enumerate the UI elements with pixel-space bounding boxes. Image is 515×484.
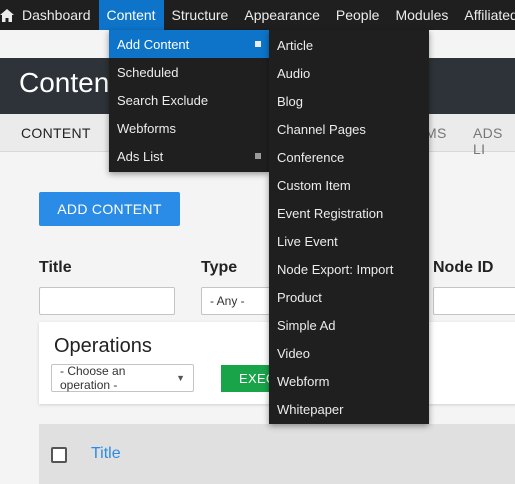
tab-content[interactable]: CONTENT: [21, 125, 91, 141]
menu-item-ads-list[interactable]: Ads List: [109, 142, 269, 170]
submenu-item-video[interactable]: Video: [269, 339, 429, 367]
type-filter-label: Type: [201, 259, 238, 276]
toolbar-item-people[interactable]: People: [328, 0, 388, 30]
content-dropdown-menu: Add Content Scheduled Search Exclude Web…: [109, 30, 269, 172]
toolbar-item-dashboard[interactable]: Dashboard: [14, 0, 99, 30]
menu-item-label: Webforms: [117, 120, 176, 136]
title-filter-label: Title: [39, 259, 72, 276]
submenu-item-custom-item[interactable]: Custom Item: [269, 171, 429, 199]
title-filter-input[interactable]: [39, 287, 175, 315]
content-table-header: Title: [39, 424, 515, 484]
admin-toolbar: Dashboard Content Structure Appearance P…: [0, 0, 515, 30]
submenu-item-event-registration[interactable]: Event Registration: [269, 199, 429, 227]
submenu-item-article[interactable]: Article: [269, 31, 429, 59]
nodeid-filter-input[interactable]: [433, 287, 515, 315]
menu-item-add-content[interactable]: Add Content: [109, 30, 269, 58]
chevron-down-icon: ▼: [176, 373, 185, 383]
submenu-item-webform[interactable]: Webform: [269, 367, 429, 395]
submenu-item-conference[interactable]: Conference: [269, 143, 429, 171]
submenu-item-simple-ad[interactable]: Simple Ad: [269, 311, 429, 339]
menu-item-scheduled[interactable]: Scheduled: [109, 58, 269, 86]
submenu-item-channel-pages[interactable]: Channel Pages: [269, 115, 429, 143]
column-header-title[interactable]: Title: [91, 445, 121, 463]
menu-item-search-exclude[interactable]: Search Exclude: [109, 86, 269, 114]
submenu-item-product[interactable]: Product: [269, 283, 429, 311]
toolbar-item-appearance[interactable]: Appearance: [236, 0, 328, 30]
toolbar-item-affiliated[interactable]: Affiliated C: [456, 0, 515, 30]
home-icon[interactable]: [0, 0, 14, 30]
submenu-item-live-event[interactable]: Live Event: [269, 227, 429, 255]
menu-item-label: Search Exclude: [117, 92, 209, 108]
menu-item-webforms[interactable]: Webforms: [109, 114, 269, 142]
add-content-button[interactable]: ADD CONTENT: [39, 192, 180, 226]
operation-select-value: - Choose an operation -: [60, 364, 126, 392]
submenu-item-node-export-import[interactable]: Node Export: Import: [269, 255, 429, 283]
type-filter-value: - Any -: [210, 294, 245, 308]
toolbar-item-modules[interactable]: Modules: [387, 0, 456, 30]
page-title: Content: [19, 67, 118, 98]
toolbar-item-structure[interactable]: Structure: [164, 0, 237, 30]
tab-ads-list[interactable]: ADS LI: [473, 125, 515, 157]
submenu-item-blog[interactable]: Blog: [269, 87, 429, 115]
add-content-submenu: Article Audio Blog Channel Pages Confere…: [269, 30, 429, 424]
menu-item-label: Ads List: [117, 148, 164, 164]
select-all-checkbox[interactable]: [51, 447, 67, 463]
menu-item-label: Add Content: [117, 36, 190, 52]
toolbar-item-content[interactable]: Content: [98, 0, 164, 30]
home-icon-glyph: [0, 8, 14, 22]
operation-select[interactable]: - Choose an operation - ▼: [51, 364, 194, 392]
nodeid-filter-label: Node ID: [433, 259, 494, 276]
submenu-item-audio[interactable]: Audio: [269, 59, 429, 87]
submenu-indicator-icon: [255, 153, 261, 159]
submenu-indicator-icon: [255, 41, 261, 47]
operations-title: Operations: [54, 335, 152, 357]
submenu-item-whitepaper[interactable]: Whitepaper: [269, 395, 429, 423]
menu-item-label: Scheduled: [117, 64, 179, 80]
